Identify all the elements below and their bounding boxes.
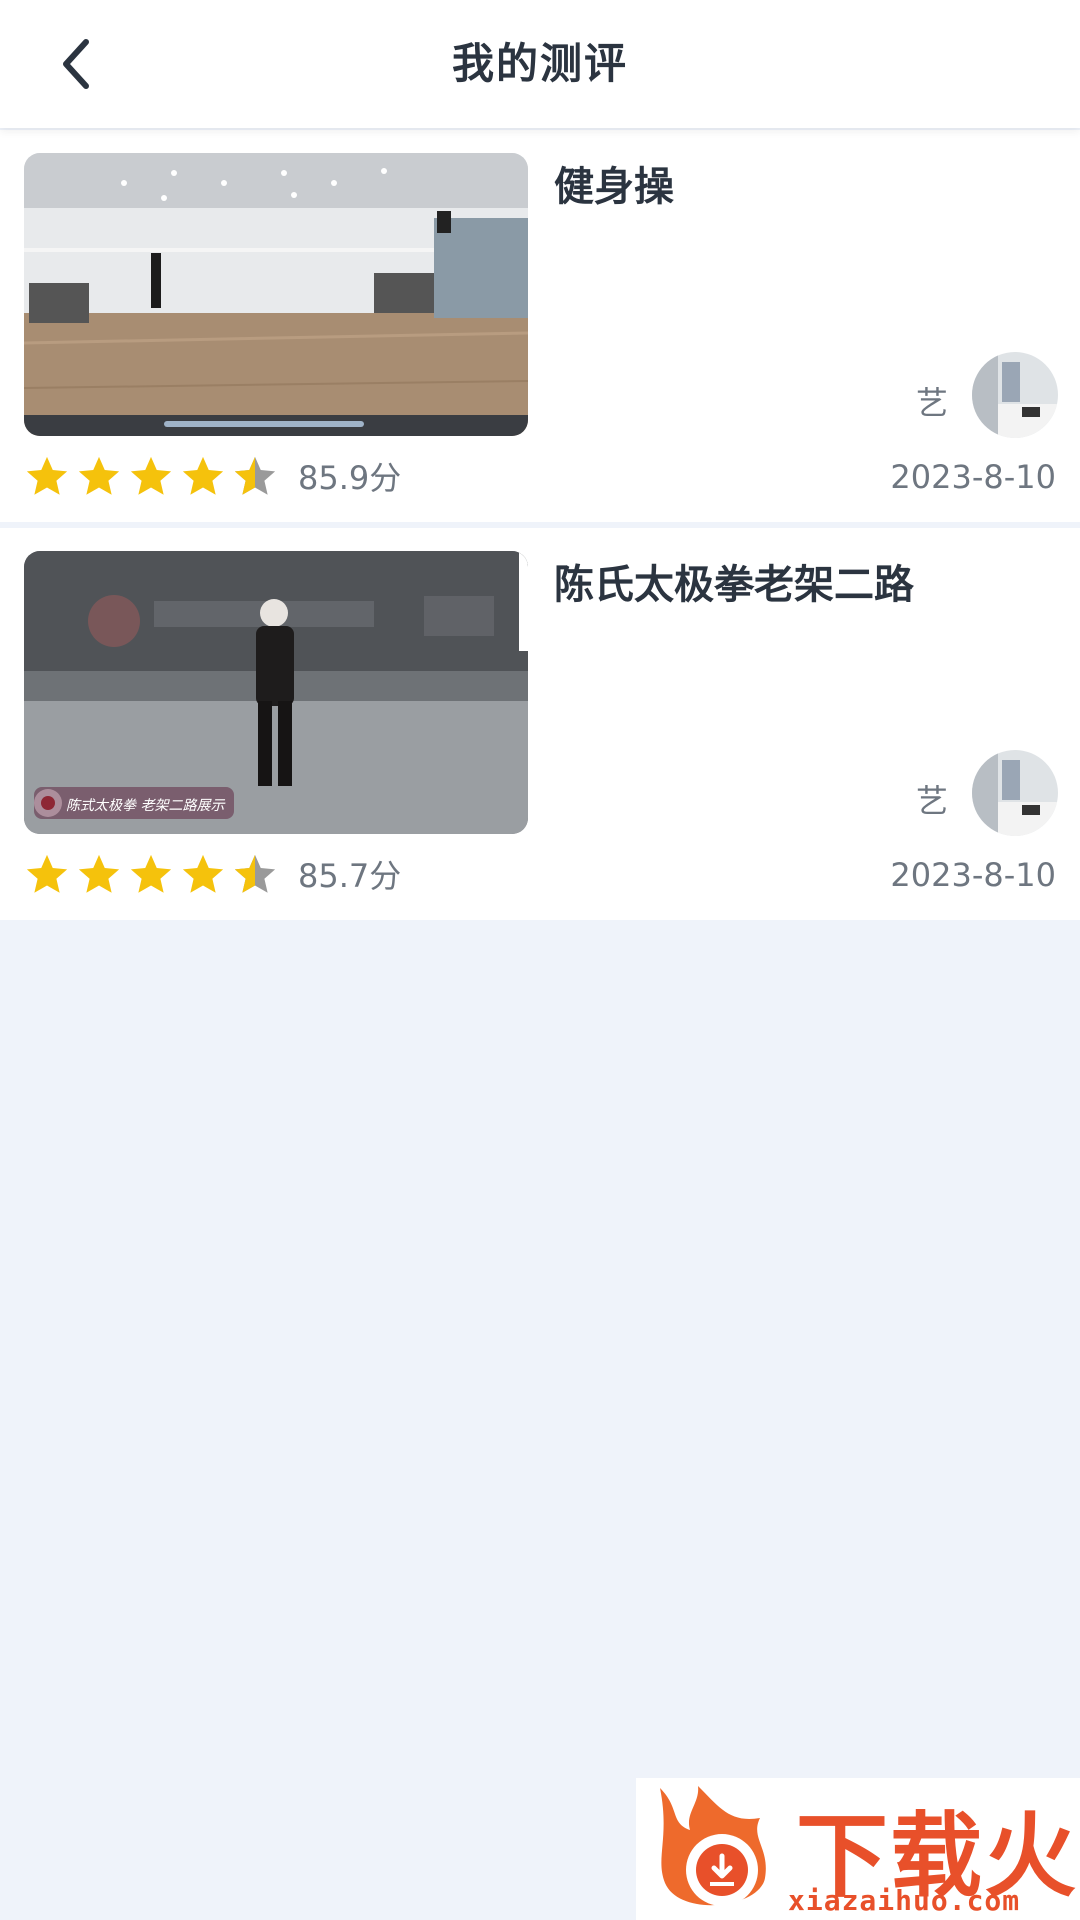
author-name: 艺 xyxy=(915,782,948,820)
avatar[interactable] xyxy=(972,750,1058,836)
score-text: 85.7分 xyxy=(298,857,402,895)
top-bar: 我的测评 xyxy=(0,0,1080,128)
watermark-url: xiazaihuo.com xyxy=(788,1884,1021,1917)
video-thumbnail[interactable] xyxy=(24,153,528,436)
thumbnail-caption: 陈式太极拳 老架二路展示 xyxy=(66,798,226,814)
avatar[interactable] xyxy=(972,352,1058,438)
item-title[interactable]: 健身操 xyxy=(554,154,674,212)
item-title[interactable]: 陈氏太极拳老架二路 xyxy=(554,552,914,610)
half-star-icon xyxy=(234,456,276,495)
video-thumbnail[interactable]: 陈式太极拳 老架二路展示 xyxy=(24,551,528,834)
watermark-logo: 下载火 xiazaihuo.com xyxy=(636,1778,1080,1920)
evaluation-card[interactable]: 陈式太极拳 老架二路展示 陈氏太极拳老架二路 85.7分 艺 2023-8-10 xyxy=(0,528,1080,920)
star-rating: 85.7分 xyxy=(24,848,401,900)
page-title: 我的测评 xyxy=(451,39,628,88)
date-text: 2023-8-10 xyxy=(890,856,1056,894)
evaluation-card[interactable]: 健身操 85.9分 艺 2023-8-10 xyxy=(0,130,1080,522)
star-icon xyxy=(26,854,68,893)
score-text: 85.9分 xyxy=(298,459,402,497)
star-icon xyxy=(130,854,172,893)
star-icon xyxy=(182,456,224,495)
star-icon xyxy=(78,456,120,495)
star-rating: 85.9分 xyxy=(24,450,401,502)
star-icon xyxy=(78,854,120,893)
flame-logo-icon xyxy=(660,1786,766,1906)
star-icon xyxy=(130,456,172,495)
author-name: 艺 xyxy=(915,384,948,422)
half-star-icon xyxy=(234,854,276,893)
star-icon xyxy=(26,456,68,495)
date-text: 2023-8-10 xyxy=(890,458,1056,496)
star-icon xyxy=(182,854,224,893)
